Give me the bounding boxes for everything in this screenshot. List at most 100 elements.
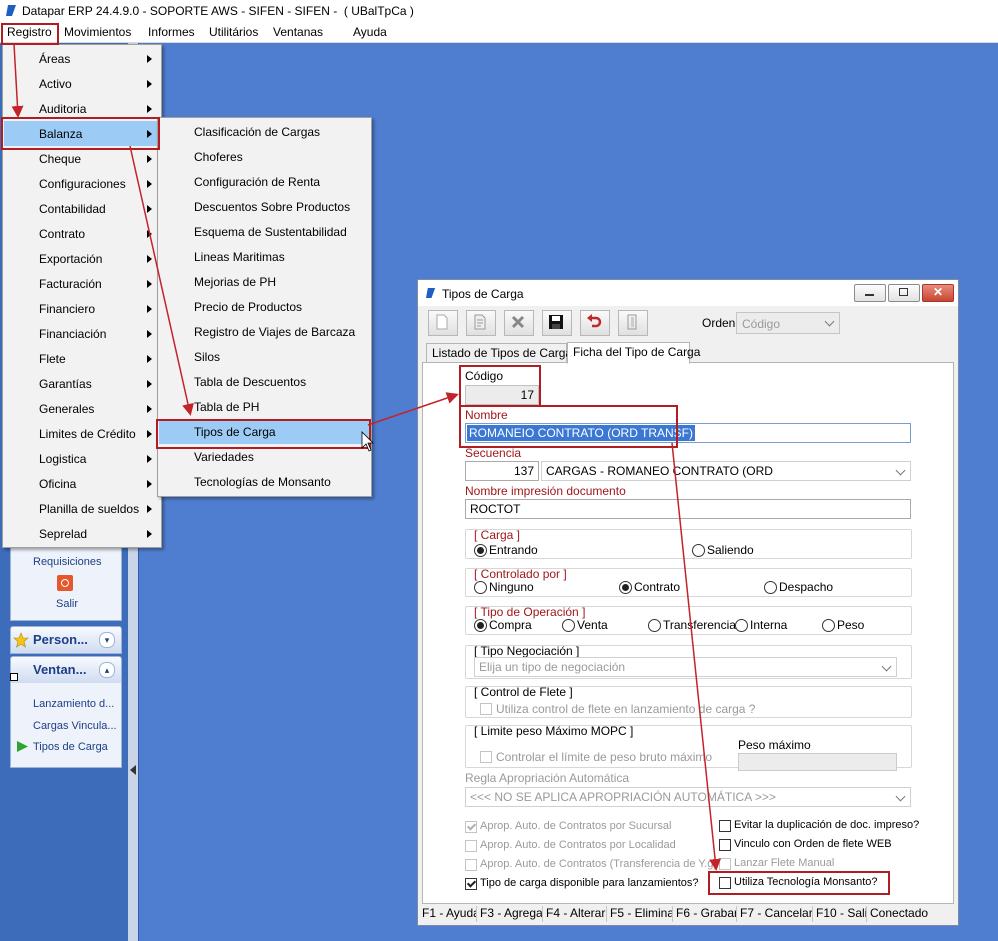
balanza-menu-item-label: Descuentos Sobre Productos bbox=[194, 200, 351, 214]
balanza-menu-item-label: Configuración de Renta bbox=[194, 175, 321, 189]
edit-button[interactable] bbox=[466, 310, 496, 336]
registro-menu-item-financiero[interactable]: Financiero bbox=[4, 296, 160, 321]
cancel-button[interactable] bbox=[580, 310, 610, 336]
controlado-title: [ Controlado por ] bbox=[474, 567, 567, 581]
highlight-monsanto bbox=[708, 871, 890, 895]
maximize-button[interactable] bbox=[888, 284, 920, 302]
exit-icon[interactable] bbox=[57, 575, 73, 591]
balanza-menu-item-tabla-de-descuentos[interactable]: Tabla de Descuentos bbox=[159, 369, 370, 394]
minimize-button[interactable] bbox=[854, 284, 886, 302]
window-item-cargas[interactable]: Cargas Vincula... bbox=[33, 720, 117, 732]
status-f3: F3 - Agregar bbox=[480, 906, 543, 922]
radio-interna[interactable] bbox=[735, 619, 748, 632]
balanza-menu-item-mejorias-de-ph[interactable]: Mejorias de PH bbox=[159, 269, 370, 294]
balanza-menu-item-choferes[interactable]: Choferes bbox=[159, 144, 370, 169]
radio-ninguno[interactable] bbox=[474, 581, 487, 594]
link-requisiciones[interactable]: Requisiciones bbox=[33, 556, 101, 568]
section-ventanas-title: Ventan... bbox=[33, 662, 87, 677]
check-evitar-duplicacion[interactable] bbox=[719, 820, 731, 832]
balanza-menu-item-esquema-de-sustentabilidad[interactable]: Esquema de Sustentabilidad bbox=[159, 219, 370, 244]
section-ventanas-header[interactable]: Ventan... ▴ bbox=[10, 656, 122, 684]
collapse-arrow-icon[interactable] bbox=[130, 765, 137, 775]
registro-menu-item-áreas[interactable]: Áreas bbox=[4, 46, 160, 71]
chevron-right-icon bbox=[147, 380, 152, 388]
registro-menu-item-garantías[interactable]: Garantías bbox=[4, 371, 160, 396]
registro-menu-item-planilla-de-sueldos[interactable]: Planilla de sueldos bbox=[4, 496, 160, 521]
mopc-checkbox[interactable] bbox=[480, 751, 492, 763]
radio-interna-label: Interna bbox=[750, 618, 788, 632]
check-aprop-sucursal[interactable] bbox=[465, 821, 477, 833]
menu-informes[interactable]: Informes bbox=[148, 25, 195, 39]
radio-transferencia[interactable] bbox=[648, 619, 661, 632]
registro-menu-item-seprelad[interactable]: Seprelad bbox=[4, 521, 160, 546]
balanza-menu-item-descuentos-sobre-productos[interactable]: Descuentos Sobre Productos bbox=[159, 194, 370, 219]
menu-ventanas[interactable]: Ventanas bbox=[273, 25, 323, 39]
regla-select[interactable]: <<< NO SE APLICA APROPRIACIÓN AUTOMÁTICA… bbox=[465, 787, 911, 807]
registro-menu-item-activo[interactable]: Activo bbox=[4, 71, 160, 96]
radio-venta[interactable] bbox=[562, 619, 575, 632]
peso-maximo-field[interactable] bbox=[738, 753, 897, 771]
impresion-field[interactable]: ROCTOT bbox=[465, 499, 911, 519]
tab-ficha[interactable]: Ficha del Tipo de Carga bbox=[567, 342, 700, 364]
check-disponible-lanzamientos[interactable] bbox=[465, 878, 477, 890]
registro-menu-item-oficina[interactable]: Oficina bbox=[4, 471, 160, 496]
balanza-menu-item-precio-de-productos[interactable]: Precio de Productos bbox=[159, 294, 370, 319]
secuencia-number-field[interactable]: 137 bbox=[465, 461, 539, 481]
new-button[interactable] bbox=[428, 310, 458, 336]
chevron-right-icon bbox=[147, 230, 152, 238]
flete-checkbox[interactable] bbox=[480, 703, 492, 715]
chevron-up-icon[interactable]: ▴ bbox=[99, 662, 115, 678]
registro-menu-item-contabilidad[interactable]: Contabilidad bbox=[4, 196, 160, 221]
registro-menu-item-contrato[interactable]: Contrato bbox=[4, 221, 160, 246]
balanza-menu-item-tecnologías-de-monsanto[interactable]: Tecnologías de Monsanto bbox=[159, 469, 370, 494]
close-button[interactable]: ✕ bbox=[922, 284, 954, 302]
radio-compra[interactable] bbox=[474, 619, 487, 632]
delete-button[interactable] bbox=[504, 310, 534, 336]
radio-despacho[interactable] bbox=[764, 581, 777, 594]
menu-ayuda[interactable]: Ayuda bbox=[353, 25, 387, 39]
peso-maximo-label: Peso máximo bbox=[738, 738, 811, 752]
balanza-menu-item-clasificación-de-cargas[interactable]: Clasificación de Cargas bbox=[159, 119, 370, 144]
chevron-down-icon bbox=[895, 791, 906, 802]
orden-select[interactable]: Código bbox=[736, 312, 840, 334]
registro-menu-item-generales[interactable]: Generales bbox=[4, 396, 160, 421]
registro-menu-item-configuraciones[interactable]: Configuraciones bbox=[4, 171, 160, 196]
registro-menu-item-logistica[interactable]: Logistica bbox=[4, 446, 160, 471]
balanza-menu-item-label: Tecnologías de Monsanto bbox=[194, 475, 331, 489]
balanza-menu-item-lineas-maritimas[interactable]: Lineas Maritimas bbox=[159, 244, 370, 269]
highlight-balanza bbox=[1, 117, 160, 150]
window-item-lanzamiento[interactable]: Lanzamiento d... bbox=[33, 698, 114, 710]
registro-menu-item-exportación[interactable]: Exportación bbox=[4, 246, 160, 271]
radio-saliendo[interactable] bbox=[692, 544, 705, 557]
link-salir[interactable]: Salir bbox=[56, 598, 78, 610]
check-vinculo-flete-web[interactable] bbox=[719, 839, 731, 851]
balanza-menu-item-tabla-de-ph[interactable]: Tabla de PH bbox=[159, 394, 370, 419]
tab-listado[interactable]: Listado de Tipos de Cargas bbox=[426, 343, 578, 363]
carga-group: [ Carga ] Entrando Saliendo bbox=[465, 528, 912, 559]
secuencia-select[interactable]: CARGAS - ROMANEO CONTRATO (ORD bbox=[541, 461, 911, 481]
balanza-menu-item-configuración-de-renta[interactable]: Configuración de Renta bbox=[159, 169, 370, 194]
section-personal-header[interactable]: Person... ▾ bbox=[10, 626, 122, 654]
chevron-down-icon[interactable]: ▾ bbox=[99, 632, 115, 648]
radio-contrato[interactable] bbox=[619, 581, 632, 594]
negociacion-select[interactable]: Elija un tipo de negociación bbox=[474, 657, 897, 677]
check-aprop-transferencia[interactable] bbox=[465, 859, 477, 871]
check-lanzar-flete-manual[interactable] bbox=[719, 858, 731, 870]
exit-door-button[interactable] bbox=[618, 310, 648, 336]
registro-menu-item-flete[interactable]: Flete bbox=[4, 346, 160, 371]
balanza-menu-item-silos[interactable]: Silos bbox=[159, 344, 370, 369]
check-aprop-localidad[interactable] bbox=[465, 840, 477, 852]
radio-peso[interactable] bbox=[822, 619, 835, 632]
save-button[interactable] bbox=[542, 310, 572, 336]
registro-menu-item-facturación[interactable]: Facturación bbox=[4, 271, 160, 296]
registro-menu-item-limites-de-crédito[interactable]: Limites de Crédito bbox=[4, 421, 160, 446]
radio-entrando[interactable] bbox=[474, 544, 487, 557]
status-f4: F4 - Alterar bbox=[546, 906, 607, 922]
menu-movimientos[interactable]: Movimientos bbox=[64, 25, 131, 39]
balanza-menu-item-registro-de-viajes-de-barcaza[interactable]: Registro de Viajes de Barcaza bbox=[159, 319, 370, 344]
check-vinculo-flete-web-label: Vinculo con Orden de flete WEB bbox=[734, 838, 892, 850]
window-item-tipos-de-carga[interactable]: Tipos de Carga bbox=[33, 741, 108, 753]
menu-utilitarios[interactable]: Utilitários bbox=[209, 25, 258, 39]
registro-menu-item-financiación[interactable]: Financiación bbox=[4, 321, 160, 346]
close-icon: ✕ bbox=[933, 285, 944, 299]
